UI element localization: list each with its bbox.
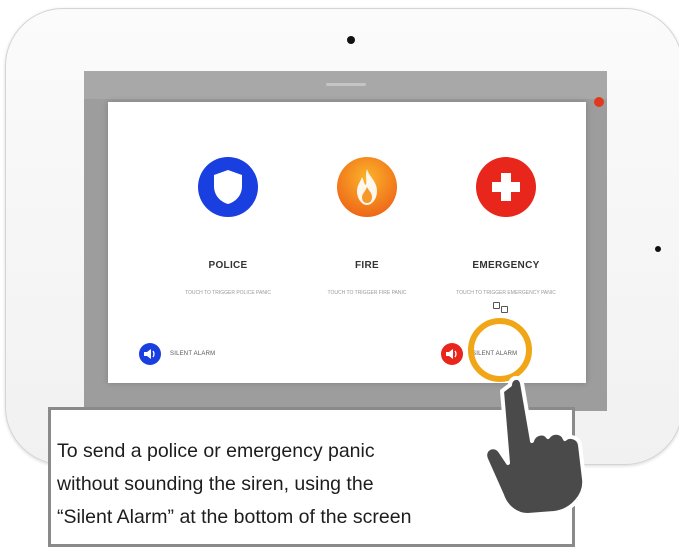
fire-button[interactable] xyxy=(337,157,397,217)
callout-line-1: To send a police or emergency panic xyxy=(57,440,375,462)
emergency-button[interactable] xyxy=(476,157,536,217)
silent-alarm-police-label: SILENT ALARM xyxy=(170,351,216,357)
status-bar xyxy=(84,71,607,99)
police-description: TOUCH TO TRIGGER POLICE PANIC xyxy=(185,290,271,296)
callout-line-3: “Silent Alarm” at the bottom of the scre… xyxy=(57,506,412,528)
panic-option-police[interactable]: POLICE TOUCH TO TRIGGER POLICE PANIC xyxy=(153,102,303,296)
pull-down-handle[interactable] xyxy=(326,83,366,86)
police-label: POLICE xyxy=(208,260,248,271)
speaker-icon xyxy=(139,343,161,365)
camera-dot xyxy=(347,36,355,44)
fire-label: FIRE xyxy=(355,260,379,271)
side-sensor-dot xyxy=(655,246,661,252)
panic-option-emergency[interactable]: EMERGENCY TOUCH TO TRIGGER EMERGENCY PAN… xyxy=(431,102,581,296)
pointing-hand-icon xyxy=(483,376,587,515)
medical-cross-icon xyxy=(492,173,520,201)
fire-description: TOUCH TO TRIGGER FIRE PANIC xyxy=(327,290,407,296)
shield-icon xyxy=(214,170,242,204)
silent-alarm-police-button[interactable]: SILENT ALARM xyxy=(139,343,215,365)
emergency-label: EMERGENCY xyxy=(472,260,540,271)
speaker-icon xyxy=(441,343,463,365)
callout-line-2: without sounding the siren, using the xyxy=(57,473,374,495)
notification-dot xyxy=(594,97,604,107)
grid-icon[interactable] xyxy=(493,302,511,316)
flame-icon xyxy=(357,169,377,205)
emergency-description: TOUCH TO TRIGGER EMERGENCY PANIC xyxy=(456,290,556,296)
police-button[interactable] xyxy=(198,157,258,217)
panic-option-fire[interactable]: FIRE TOUCH TO TRIGGER FIRE PANIC xyxy=(292,102,442,296)
